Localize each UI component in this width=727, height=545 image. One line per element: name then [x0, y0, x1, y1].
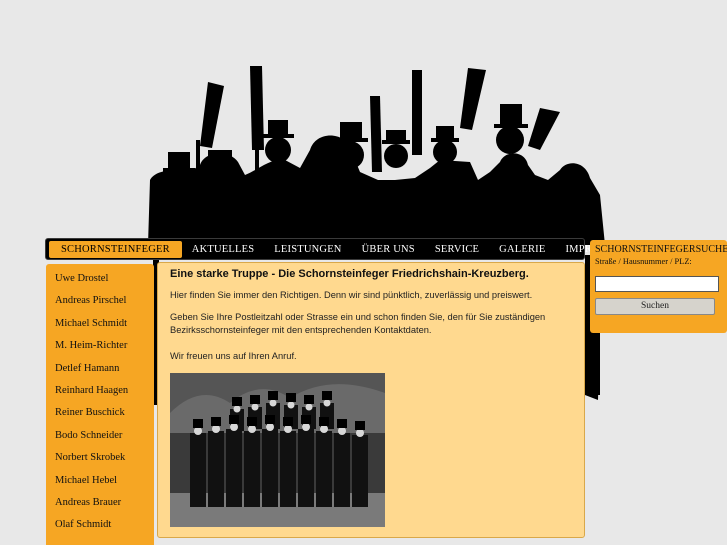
sidebar-item-detlef-hamann[interactable]: Detlef Hamann [46, 360, 154, 382]
sidebar-item-reiner-buschick[interactable]: Reiner Buschick [46, 404, 154, 426]
sidebar-item-michael-hebel[interactable]: Michael Hebel [46, 472, 154, 494]
sidebar-item-michael-schmidt[interactable]: Michael Schmidt [46, 315, 154, 337]
nav-item-ueber-uns[interactable]: ÜBER UNS [352, 241, 425, 258]
search-panel-title: SCHORNSTEINFEGERSUCHE [595, 244, 727, 255]
main-content: Eine starke Truppe - Die Schornsteinfege… [157, 262, 585, 538]
nav-item-aktuelles[interactable]: AKTUELLES [182, 241, 264, 258]
search-field-label: Straße / Hausnummer / PLZ: [595, 257, 692, 266]
sidebar-item-bodo-schneider[interactable]: Bodo Schneider [46, 427, 154, 449]
search-hint-text: Geben Sie Ihre Postleitzahl oder Strasse… [170, 312, 546, 335]
sidebar-item-reinhard-haagen[interactable]: Reinhard Haagen [46, 382, 154, 404]
nav-item-service[interactable]: SERVICE [425, 241, 489, 258]
sweeper-search-panel: SCHORNSTEINFEGERSUCHE Straße / Hausnumme… [590, 240, 727, 333]
nav-item-galerie[interactable]: GALERIE [489, 241, 555, 258]
team-group-photo [170, 373, 385, 527]
sidebar-item-uwe-drostel[interactable]: Uwe Drostel [46, 270, 154, 292]
sidebar-item-m-heim-richter[interactable]: M. Heim-Richter [46, 337, 154, 359]
page-title: Eine starke Truppe - Die Schornsteinfege… [170, 268, 529, 280]
call-us-text: Wir freuen uns auf Ihren Anruf. [170, 351, 297, 361]
sidebar-item-olaf-schmidt[interactable]: Olaf Schmidt [46, 516, 154, 538]
address-search-input[interactable] [595, 276, 719, 292]
sidebar-item-norbert-skrobek[interactable]: Norbert Skrobek [46, 449, 154, 471]
search-button[interactable]: Suchen [595, 297, 715, 315]
intro-text: Hier finden Sie immer den Richtigen. Den… [170, 290, 533, 300]
nav-item-leistungen[interactable]: LEISTUNGEN [264, 241, 351, 258]
main-navigation: SCHORNSTEINFEGER AKTUELLES LEISTUNGEN ÜB… [45, 238, 628, 260]
sidebar-item-andreas-brauer[interactable]: Andreas Brauer [46, 494, 154, 516]
nav-item-schornsteinfeger[interactable]: SCHORNSTEINFEGER [49, 240, 182, 258]
sweeper-list-sidebar: Uwe Drostel Andreas Pirschel Michael Sch… [46, 264, 154, 545]
sidebar-item-andreas-pirschel[interactable]: Andreas Pirschel [46, 292, 154, 314]
